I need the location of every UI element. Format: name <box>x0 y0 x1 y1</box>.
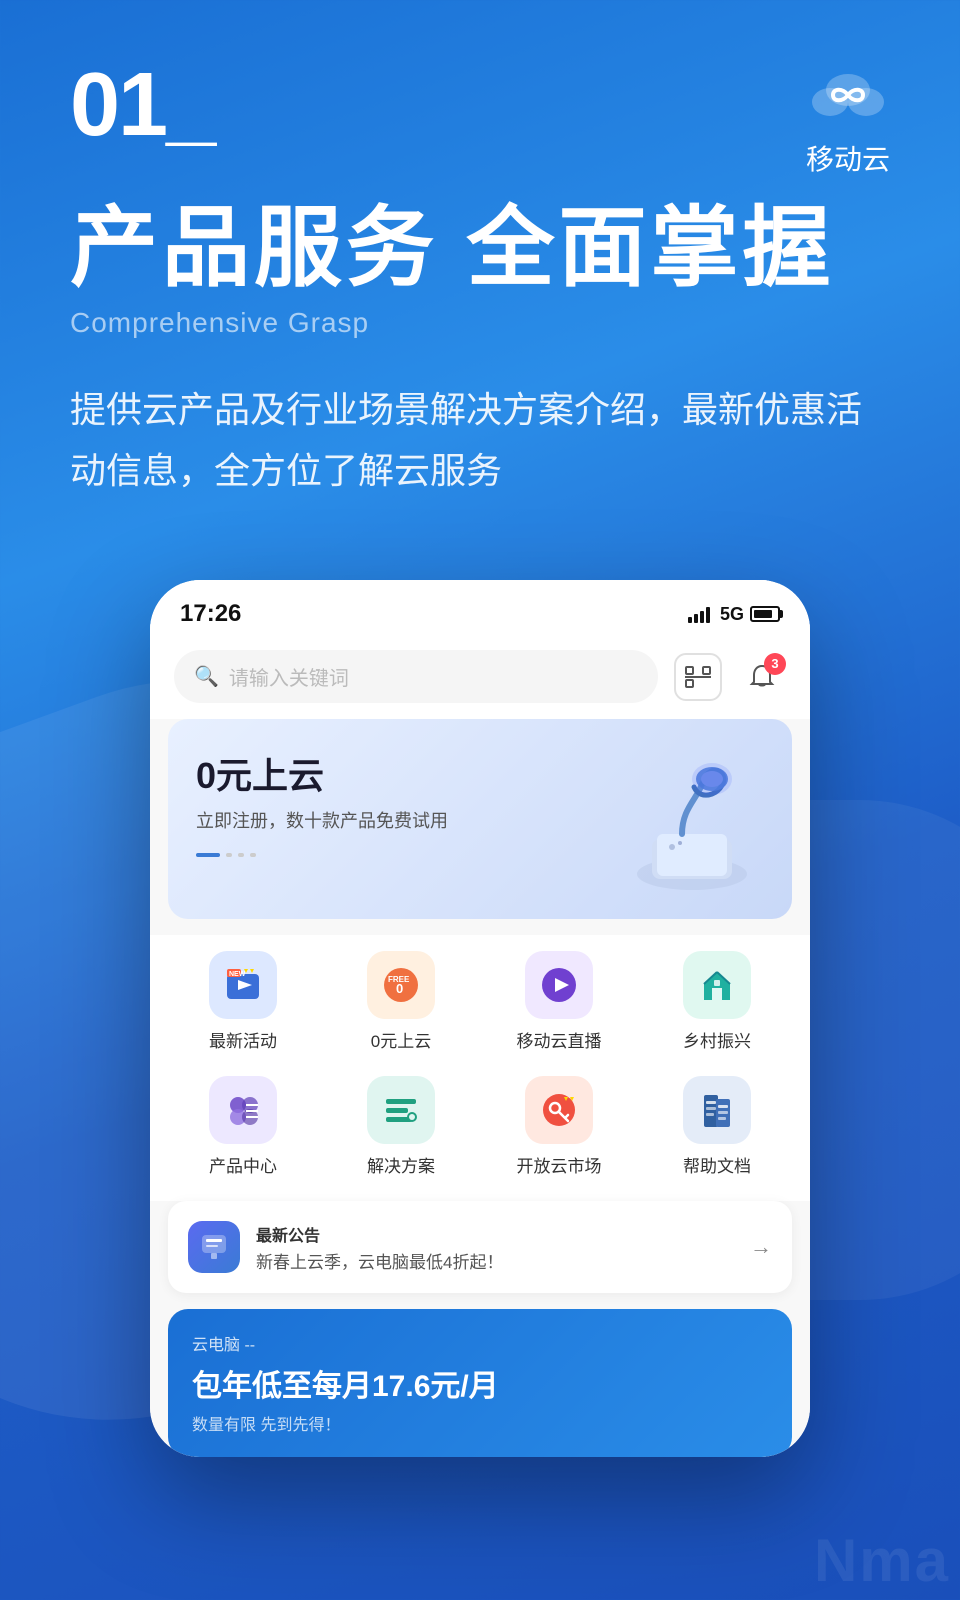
icon-item-live[interactable]: 移动云直播 <box>484 943 634 1060</box>
bottom-card-subtitle: 数量有限 先到先得！ <box>192 1411 768 1435</box>
phone-inner: 17:26 5G 🔍 <box>150 580 810 1457</box>
status-time: 17:26 <box>180 600 241 628</box>
icon-docs <box>683 1076 751 1144</box>
search-bar-row: 🔍 请输入关键词 3 <box>150 638 810 719</box>
banner-3d-graphic <box>602 729 782 909</box>
phone-frame: 17:26 5G 🔍 <box>150 580 810 1457</box>
announcement-svg <box>198 1231 230 1263</box>
banner-dot-4 <box>250 853 256 857</box>
icon-rural <box>683 951 751 1019</box>
logo-text: 移动云 <box>806 138 890 178</box>
bottom-card[interactable]: 云电脑 -- 包年低至每月17.6元/月 数量有限 先到先得！ <box>168 1309 792 1457</box>
icon-live <box>525 951 593 1019</box>
battery-fill <box>754 610 772 618</box>
icon-label-docs: 帮助文档 <box>683 1152 751 1177</box>
signal-bar-3 <box>700 611 704 623</box>
svg-text:0: 0 <box>396 981 403 996</box>
main-title: 产品服务 全面掌握 <box>70 200 890 297</box>
announcement-bar[interactable]: 最新公告 新春上云季，云电脑最低4折起！ → <box>168 1201 792 1293</box>
icon-label-rural: 乡村振兴 <box>683 1027 751 1052</box>
logo-icon <box>808 60 888 130</box>
section-number: 01_ <box>70 60 214 150</box>
svg-text:NEW: NEW <box>229 971 246 978</box>
subtitle-en: Comprehensive Grasp <box>70 307 890 339</box>
icon-label-live: 移动云直播 <box>517 1027 602 1052</box>
icon-solutions <box>367 1076 435 1144</box>
icon-label-latest-activity: 最新活动 <box>209 1027 277 1052</box>
icon-label-product-center: 产品中心 <box>209 1152 277 1177</box>
scan-icon <box>685 666 711 688</box>
scan-button[interactable] <box>674 653 722 701</box>
marketplace-svg <box>538 1089 580 1131</box>
announcement-tag: 最新公告 <box>256 1222 734 1246</box>
battery-icon <box>750 606 780 622</box>
icon-latest-activity: NEW <box>209 951 277 1019</box>
icon-label-marketplace: 开放云市场 <box>517 1152 602 1177</box>
search-box[interactable]: 🔍 请输入关键词 <box>174 650 658 703</box>
solutions-svg <box>380 1089 422 1131</box>
icon-item-docs[interactable]: 帮助文档 <box>642 1068 792 1185</box>
rural-svg <box>696 964 738 1006</box>
description: 提供云产品及行业场景解决方案介绍，最新优惠活动信息，全方位了解云服务 <box>70 379 890 501</box>
icon-product-center <box>209 1076 277 1144</box>
icon-item-product-center[interactable]: 产品中心 <box>168 1068 318 1185</box>
icon-label-solutions: 解决方案 <box>367 1152 435 1177</box>
signal-bars <box>688 605 710 623</box>
logo-container: 移动云 <box>806 60 890 178</box>
status-icons: 5G <box>688 604 780 625</box>
icon-item-solutions[interactable]: 解决方案 <box>326 1068 476 1185</box>
search-icon: 🔍 <box>194 664 219 689</box>
icon-free-cloud: FREE 0 <box>367 951 435 1019</box>
header: 01_ 移动云 <box>70 60 890 178</box>
live-svg <box>538 964 580 1006</box>
bottom-card-tag: 云电脑 -- <box>192 1331 768 1355</box>
announcement-content: 最新公告 新春上云季，云电脑最低4折起！ <box>256 1222 734 1273</box>
bottom-card-title: 包年低至每月17.6元/月 <box>192 1361 768 1405</box>
icon-grid: NEW 最新活动 FREE 0 0 <box>150 935 810 1201</box>
banner[interactable]: 0元上云 立即注册，数十款产品免费试用 <box>168 719 792 919</box>
docs-svg <box>696 1089 738 1131</box>
banner-dot-3 <box>238 853 244 857</box>
icon-label-free-cloud: 0元上云 <box>371 1027 431 1052</box>
free-cloud-svg: FREE 0 <box>380 964 422 1006</box>
banner-dot-2 <box>226 853 232 857</box>
icon-marketplace <box>525 1076 593 1144</box>
signal-bar-4 <box>706 607 710 623</box>
icon-item-free-cloud[interactable]: FREE 0 0元上云 <box>326 943 476 1060</box>
signal-bar-2 <box>694 614 698 623</box>
icon-item-marketplace[interactable]: 开放云市场 <box>484 1068 634 1185</box>
search-placeholder-text: 请输入关键词 <box>229 662 349 691</box>
announcement-text: 新春上云季，云电脑最低4折起！ <box>256 1248 734 1273</box>
icon-item-rural[interactable]: 乡村振兴 <box>642 943 792 1060</box>
notification-badge: 3 <box>764 653 786 675</box>
notification-button[interactable]: 3 <box>738 653 786 701</box>
title-section: 产品服务 全面掌握 Comprehensive Grasp 提供云产品及行业场景… <box>70 200 890 501</box>
announcement-icon <box>188 1221 240 1273</box>
watermark: Nma <box>814 1526 950 1595</box>
latest-activity-svg: NEW <box>222 964 264 1006</box>
product-center-svg <box>222 1089 264 1131</box>
banner-dot-active <box>196 853 220 857</box>
announcement-arrow[interactable]: → <box>750 1234 772 1260</box>
phone-container: 17:26 5G 🔍 <box>150 580 810 1457</box>
icon-item-latest-activity[interactable]: NEW 最新活动 <box>168 943 318 1060</box>
status-bar: 17:26 5G <box>150 580 810 638</box>
signal-bar-1 <box>688 617 692 623</box>
network-type: 5G <box>720 604 744 625</box>
